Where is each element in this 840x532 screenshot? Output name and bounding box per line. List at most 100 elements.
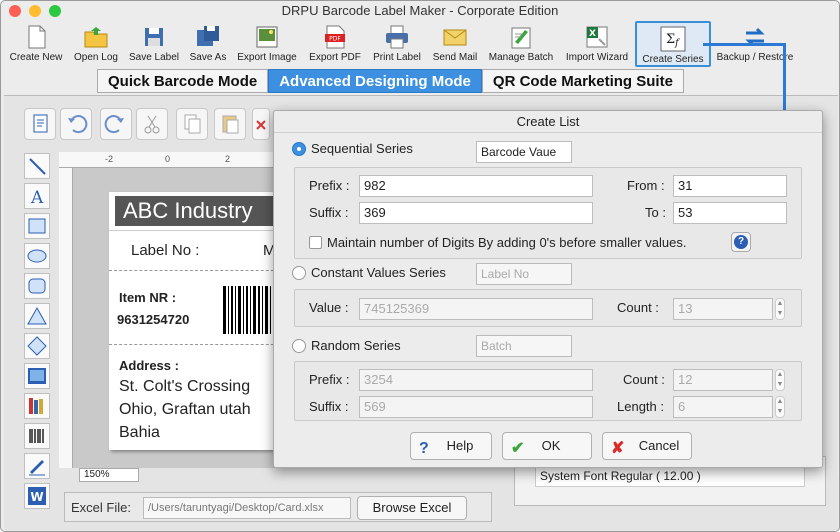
window-title: DRPU Barcode Label Maker - Corporate Edi… <box>281 3 559 18</box>
constant-values-option[interactable]: Constant Values Series <box>292 265 446 280</box>
ruler-tick: -2 <box>105 154 114 164</box>
design-canvas[interactable]: -2 0 2 ABC Industry Label No : M Item NR… <box>59 152 284 468</box>
constant-values-label: Constant Values Series <box>311 265 446 280</box>
minimize-window-button[interactable] <box>29 5 41 17</box>
tab-quick-barcode-mode[interactable]: Quick Barcode Mode <box>97 69 269 93</box>
random-count-stepper[interactable]: ▲ ▼ <box>775 369 785 391</box>
export-image-button[interactable]: Export Image <box>233 21 301 67</box>
word-art-tool[interactable]: W <box>24 483 50 509</box>
label-card[interactable]: ABC Industry Label No : M Item NR : 9631… <box>109 192 284 450</box>
undo-button[interactable] <box>60 108 92 140</box>
batch-icon <box>508 24 534 50</box>
browse-excel-button[interactable]: Browse Excel <box>357 496 467 520</box>
random-count-input[interactable]: 12 <box>673 369 773 391</box>
save-label-button[interactable]: Save Label <box>125 21 183 67</box>
random-length-input[interactable]: 6 <box>673 396 773 418</box>
pdf-icon: PDF <box>322 24 348 50</box>
count-label: Count : <box>623 372 665 387</box>
copy-button[interactable] <box>176 108 208 140</box>
help-question-icon[interactable]: ? <box>731 232 751 252</box>
svg-text:W: W <box>30 490 43 504</box>
create-new-icon <box>23 24 49 50</box>
help-button[interactable]: ? Help <box>410 432 492 460</box>
random-group: Prefix : 3254 Count : 12 ▲ ▼ Suffix : 569… <box>294 361 802 421</box>
save-as-label: Save As <box>189 52 227 63</box>
export-image-icon <box>254 24 280 50</box>
random-suffix-input[interactable]: 569 <box>359 396 593 418</box>
send-mail-label: Send Mail <box>432 52 478 63</box>
random-prefix-input[interactable]: 3254 <box>359 369 593 391</box>
save-as-button[interactable]: Save As <box>185 21 231 67</box>
sequential-tag[interactable]: Barcode Vaue <box>476 141 572 163</box>
random-radio[interactable] <box>292 338 306 353</box>
import-wizard-button[interactable]: X Import Wizard <box>561 21 633 67</box>
create-series-button[interactable]: Σf Create Series <box>635 21 711 67</box>
item-nr-value: 9631254720 <box>117 312 190 327</box>
constant-tag[interactable]: Label No <box>476 263 572 285</box>
barcode-tool[interactable] <box>24 423 50 449</box>
text-tool[interactable]: A <box>24 183 50 209</box>
zoom-select[interactable]: 150% <box>79 468 139 482</box>
create-new-button[interactable]: Create New <box>5 21 67 67</box>
ok-button[interactable]: ✔ OK <box>502 432 592 460</box>
library-tool[interactable] <box>24 393 50 419</box>
diamond-tool[interactable] <box>24 333 50 359</box>
window-controls <box>9 5 61 17</box>
ellipse-tool[interactable] <box>24 243 50 269</box>
redo-button[interactable] <box>100 108 132 140</box>
random-tag[interactable]: Batch <box>476 335 572 357</box>
constant-count-stepper[interactable]: ▲ ▼ <box>775 298 785 320</box>
image-tool[interactable] <box>24 363 50 389</box>
cut-button[interactable] <box>136 108 168 140</box>
zoom-window-button[interactable] <box>49 5 61 17</box>
send-mail-button[interactable]: Send Mail <box>429 21 481 67</box>
divider <box>109 270 284 271</box>
rectangle-tool[interactable] <box>24 213 50 239</box>
open-log-button[interactable]: Open Log <box>69 21 123 67</box>
delete-button[interactable] <box>252 108 270 140</box>
rounded-rectangle-tool[interactable] <box>24 273 50 299</box>
to-input[interactable]: 53 <box>673 202 787 224</box>
excel-path-field[interactable]: /Users/taruntyagi/Desktop/Card.xlsx <box>143 497 351 519</box>
sequential-prefix-input[interactable]: 982 <box>359 175 593 197</box>
random-series-option[interactable]: Random Series <box>292 338 401 353</box>
card-header: ABC Industry <box>115 196 284 226</box>
cancel-button[interactable]: ✘ Cancel <box>602 432 692 460</box>
save-icon <box>141 24 167 50</box>
properties-button[interactable] <box>24 108 56 140</box>
manage-batch-label: Manage Batch <box>488 52 554 63</box>
address-line: St. Colt's Crossing <box>119 378 251 395</box>
maintain-digits-checkbox[interactable] <box>309 236 322 249</box>
maintain-digits-label: Maintain number of Digits By adding 0's … <box>327 235 687 250</box>
sequential-series-option[interactable]: Sequential Series <box>292 141 413 156</box>
sigma-fx-icon: Σf <box>660 26 686 52</box>
line-tool[interactable] <box>24 153 50 179</box>
drawing-tools: A W <box>20 152 54 518</box>
suffix-label: Suffix : <box>309 205 349 220</box>
suffix-label: Suffix : <box>309 399 349 414</box>
from-input[interactable]: 31 <box>673 175 787 197</box>
triangle-tool[interactable] <box>24 303 50 329</box>
paste-button[interactable] <box>214 108 246 140</box>
export-pdf-button[interactable]: PDF Export PDF <box>305 21 365 67</box>
signature-tool[interactable] <box>24 453 50 479</box>
sequential-suffix-input[interactable]: 369 <box>359 202 593 224</box>
print-label-button[interactable]: Print Label <box>369 21 425 67</box>
random-length-stepper[interactable]: ▲ ▼ <box>775 396 785 418</box>
sequential-series-label: Sequential Series <box>311 141 413 156</box>
address-line: Ohio, Graftan utah <box>119 401 251 418</box>
tab-advanced-designing-mode[interactable]: Advanced Designing Mode <box>268 69 482 93</box>
constant-value-input[interactable]: 745125369 <box>359 298 593 320</box>
app-window: DRPU Barcode Label Maker - Corporate Edi… <box>0 0 840 532</box>
create-list-dialog: Create List Sequential Series Barcode Va… <box>273 110 823 468</box>
mail-icon <box>442 24 468 50</box>
constant-radio[interactable] <box>292 265 306 280</box>
sequential-radio[interactable] <box>292 141 306 156</box>
print-label-label: Print Label <box>373 52 421 63</box>
annotation-arrow <box>703 43 785 46</box>
close-window-button[interactable] <box>9 5 21 17</box>
svg-text:A: A <box>30 188 44 208</box>
constant-count-input[interactable]: 13 <box>673 298 773 320</box>
tab-qr-code-marketing-suite[interactable]: QR Code Marketing Suite <box>481 69 684 93</box>
manage-batch-button[interactable]: Manage Batch <box>485 21 557 67</box>
